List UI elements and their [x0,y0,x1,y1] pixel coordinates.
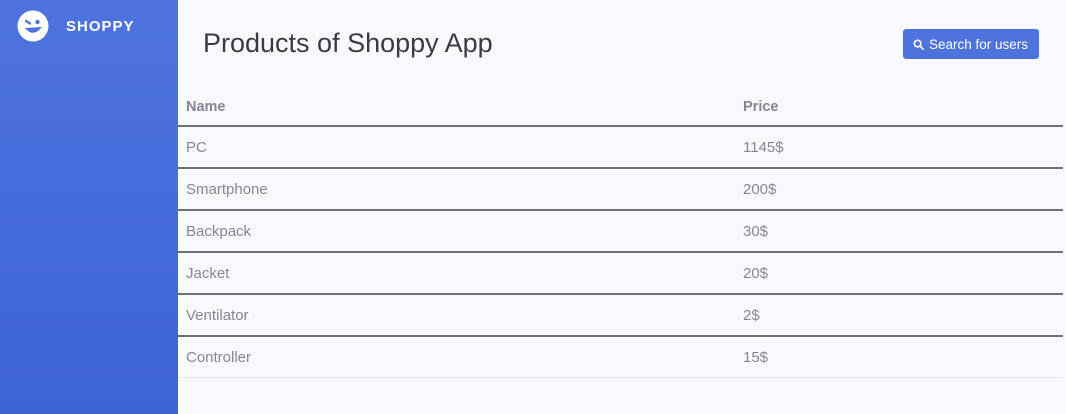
table-row[interactable]: Jacket 20$ [178,252,1063,295]
column-header-name[interactable]: Name [178,88,735,127]
sidebar: SHOPPY [0,0,178,414]
table-row[interactable]: Controller 15$ [178,336,1063,378]
brand-name: SHOPPY [66,17,135,35]
product-price-cell: 20$ [735,252,1063,295]
search-icon [913,38,924,50]
search-users-button[interactable]: Search for users [902,29,1039,59]
product-price-cell: 15$ [735,336,1063,378]
page-title: Products of Shoppy App [203,28,493,58]
table-row[interactable]: Smartphone 200$ [178,168,1063,211]
product-name-cell: Controller [178,336,735,378]
products-table: Name Price PC 1145$ Smartphone 200$ Back… [178,88,1063,378]
search-users-label: Search for users [928,36,1028,52]
table-row[interactable]: Backpack 30$ [178,210,1063,253]
column-header-price[interactable]: Price [735,88,1063,127]
product-name-cell: Backpack [178,210,735,253]
table-row[interactable]: Ventilator 2$ [178,294,1063,337]
app-root: SHOPPY Products of Shoppy App Search for… [0,0,1066,414]
product-price-cell: 2$ [735,294,1063,337]
main-content: Products of Shoppy App Search for users … [178,0,1063,414]
product-price-cell: 30$ [735,210,1063,253]
product-name-cell: Jacket [178,252,735,295]
product-name-cell: Smartphone [178,168,735,211]
product-price-cell: 1145$ [735,126,1063,169]
winking-face-icon [17,10,49,42]
table-header-row: Name Price [178,88,1063,127]
sidebar-brand[interactable]: SHOPPY [0,0,178,52]
table-row[interactable]: PC 1145$ [178,126,1063,169]
product-name-cell: Ventilator [178,294,735,337]
page-header: Products of Shoppy App Search for users [178,0,1063,88]
product-name-cell: PC [178,126,735,169]
product-price-cell: 200$ [735,168,1063,211]
